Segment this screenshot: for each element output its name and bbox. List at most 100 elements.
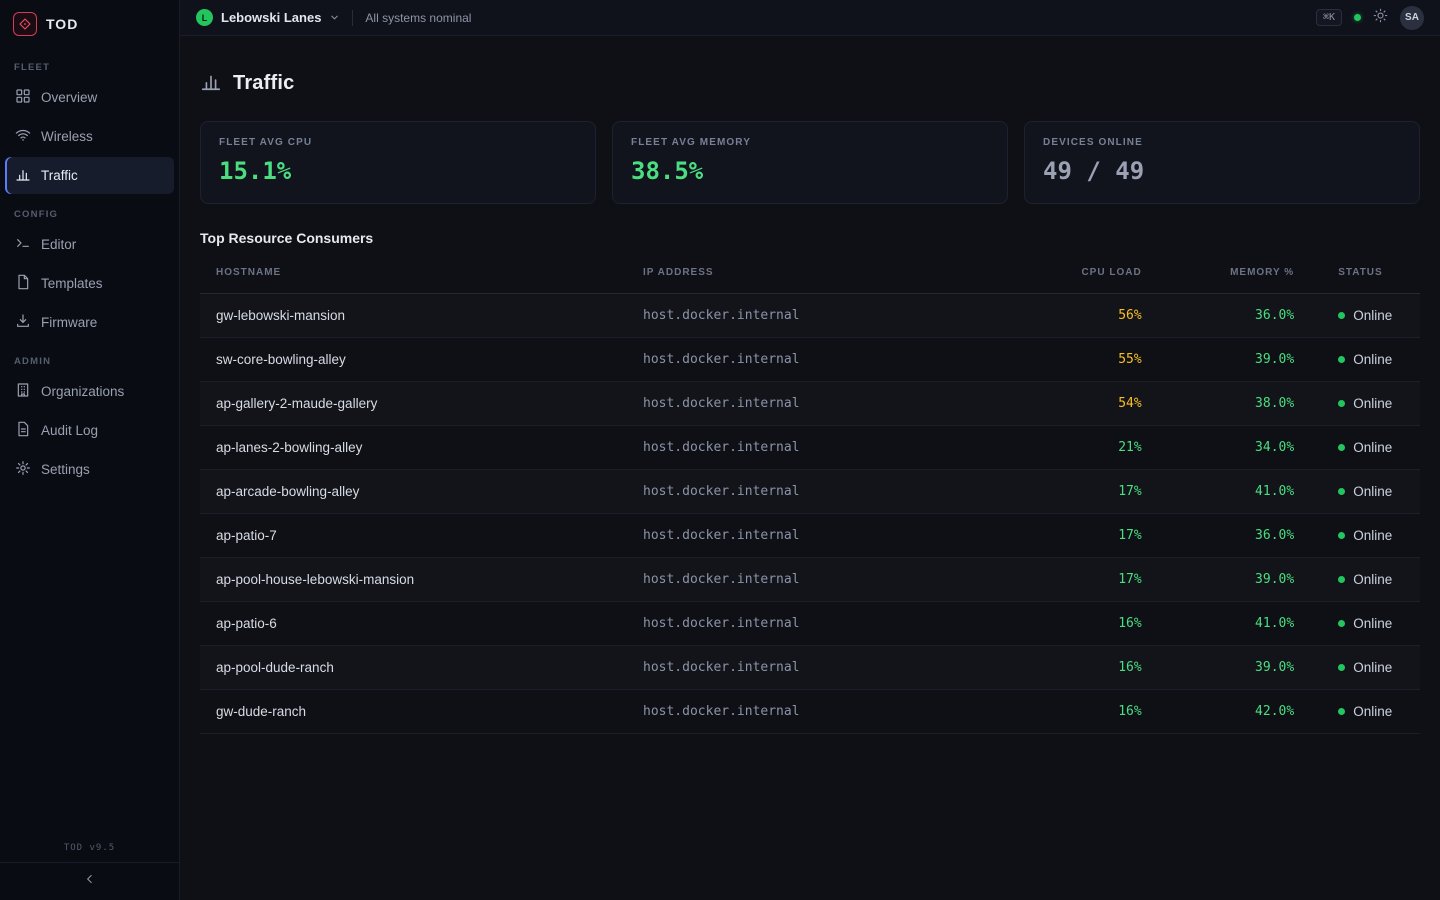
sidebar-item-settings[interactable]: Settings (5, 451, 174, 488)
system-status-text: All systems nominal (365, 11, 471, 25)
cell-ip: host.docker.internal (627, 602, 1024, 646)
org-avatar: L (196, 9, 213, 26)
status-label: Online (1353, 352, 1392, 367)
cell-ip: host.docker.internal (627, 294, 1024, 338)
sidebar-section-admin: ADMIN (0, 342, 179, 372)
cell-ip: host.docker.internal (627, 690, 1024, 734)
cell-cpu: 17% (1024, 514, 1158, 558)
user-avatar[interactable]: SA (1400, 6, 1424, 30)
column-header-memory: MEMORY % (1158, 252, 1311, 294)
sidebar-item-organizations[interactable]: Organizations (5, 373, 174, 410)
online-dot-icon (1338, 488, 1345, 495)
status-badge: Online (1338, 396, 1404, 411)
status-label: Online (1353, 528, 1392, 543)
stat-value: 15.1% (219, 157, 577, 185)
sidebar-item-traffic[interactable]: Traffic (5, 157, 174, 194)
sidebar-collapse-button[interactable] (0, 862, 179, 900)
status-label: Online (1353, 572, 1392, 587)
table-row[interactable]: ap-patio-6 host.docker.internal 16% 41.0… (200, 602, 1420, 646)
online-dot-icon (1338, 620, 1345, 627)
cell-cpu: 16% (1024, 690, 1158, 734)
cell-hostname: ap-pool-dude-ranch (200, 646, 627, 690)
table-row[interactable]: gw-dude-ranch host.docker.internal 16% 4… (200, 690, 1420, 734)
table-row[interactable]: ap-gallery-2-maude-gallery host.docker.i… (200, 382, 1420, 426)
cell-hostname: ap-lanes-2-bowling-alley (200, 426, 627, 470)
stat-label: FLEET AVG CPU (219, 137, 577, 148)
cell-memory: 41.0% (1158, 470, 1311, 514)
sidebar-item-label: Wireless (41, 129, 93, 144)
cell-memory: 36.0% (1158, 294, 1311, 338)
sidebar-item-label: Organizations (41, 384, 124, 399)
cell-memory: 38.0% (1158, 382, 1311, 426)
sidebar-item-wireless[interactable]: Wireless (5, 118, 174, 155)
download-icon (15, 313, 31, 332)
cell-ip: host.docker.internal (627, 514, 1024, 558)
status-badge: Online (1338, 352, 1404, 367)
app-version: TOD v9.5 (0, 843, 179, 862)
online-dot-icon (1338, 708, 1345, 715)
column-header-hostname: HOSTNAME (200, 252, 627, 294)
table-section-title: Top Resource Consumers (200, 230, 1420, 246)
sidebar-item-firmware[interactable]: Firmware (5, 304, 174, 341)
sidebar-item-label: Editor (41, 237, 76, 252)
bar-chart-icon (15, 166, 31, 185)
status-badge: Online (1338, 484, 1404, 499)
status-badge: Online (1338, 616, 1404, 631)
cell-hostname: ap-patio-6 (200, 602, 627, 646)
cell-hostname: ap-pool-house-lebowski-mansion (200, 558, 627, 602)
org-switcher[interactable]: L Lebowski Lanes (196, 9, 340, 26)
table-row[interactable]: ap-arcade-bowling-alley host.docker.inte… (200, 470, 1420, 514)
sidebar-item-templates[interactable]: Templates (5, 265, 174, 302)
cell-hostname: sw-core-bowling-alley (200, 338, 627, 382)
main-content: Traffic FLEET AVG CPU 15.1% FLEET AVG ME… (180, 36, 1440, 900)
stats-grid: FLEET AVG CPU 15.1% FLEET AVG MEMORY 38.… (200, 121, 1420, 204)
app-logo-icon (13, 12, 37, 36)
sidebar-item-label: Firmware (41, 315, 97, 330)
sidebar-item-audit-log[interactable]: Audit Log (5, 412, 174, 449)
terminal-icon (15, 235, 31, 254)
org-name: Lebowski Lanes (221, 10, 321, 25)
page-title: Traffic (233, 72, 294, 95)
cell-ip: host.docker.internal (627, 646, 1024, 690)
chevron-down-icon (329, 12, 340, 23)
table-row[interactable]: ap-pool-dude-ranch host.docker.internal … (200, 646, 1420, 690)
table-row[interactable]: sw-core-bowling-alley host.docker.intern… (200, 338, 1420, 382)
table-row[interactable]: ap-pool-house-lebowski-mansion host.dock… (200, 558, 1420, 602)
cell-memory: 36.0% (1158, 514, 1311, 558)
column-header-ip: IP ADDRESS (627, 252, 1024, 294)
table-body: gw-lebowski-mansion host.docker.internal… (200, 294, 1420, 734)
cell-cpu: 16% (1024, 646, 1158, 690)
status-badge: Online (1338, 440, 1404, 455)
online-dot-icon (1338, 356, 1345, 363)
table-row[interactable]: ap-patio-7 host.docker.internal 17% 36.0… (200, 514, 1420, 558)
file-icon (15, 274, 31, 293)
cell-ip: host.docker.internal (627, 338, 1024, 382)
online-dot-icon (1338, 664, 1345, 671)
divider (352, 10, 353, 26)
sidebar-item-label: Settings (41, 462, 90, 477)
theme-toggle-button[interactable] (1373, 8, 1388, 28)
online-dot-icon (1338, 400, 1345, 407)
table-row[interactable]: gw-lebowski-mansion host.docker.internal… (200, 294, 1420, 338)
table-row[interactable]: ap-lanes-2-bowling-alley host.docker.int… (200, 426, 1420, 470)
sidebar-item-label: Overview (41, 90, 97, 105)
app-logo: TOD (0, 0, 179, 48)
cell-ip: host.docker.internal (627, 470, 1024, 514)
status-label: Online (1353, 616, 1392, 631)
cell-cpu: 21% (1024, 426, 1158, 470)
sidebar-item-label: Traffic (41, 168, 78, 183)
sidebar-item-editor[interactable]: Editor (5, 226, 174, 263)
command-palette-shortcut[interactable]: ⌘K (1316, 9, 1342, 26)
cell-cpu: 16% (1024, 602, 1158, 646)
online-dot-icon (1338, 444, 1345, 451)
cell-cpu: 17% (1024, 558, 1158, 602)
stat-value: 49 / 49 (1043, 157, 1401, 185)
building-icon (15, 382, 31, 401)
page-title-chart-icon (200, 70, 222, 97)
stat-card: FLEET AVG CPU 15.1% (200, 121, 596, 204)
status-badge: Online (1338, 528, 1404, 543)
sidebar-item-overview[interactable]: Overview (5, 79, 174, 116)
cell-cpu: 54% (1024, 382, 1158, 426)
sidebar: TOD FLEET Overview Wireless Traffic CONF… (0, 0, 180, 900)
cell-hostname: ap-gallery-2-maude-gallery (200, 382, 627, 426)
